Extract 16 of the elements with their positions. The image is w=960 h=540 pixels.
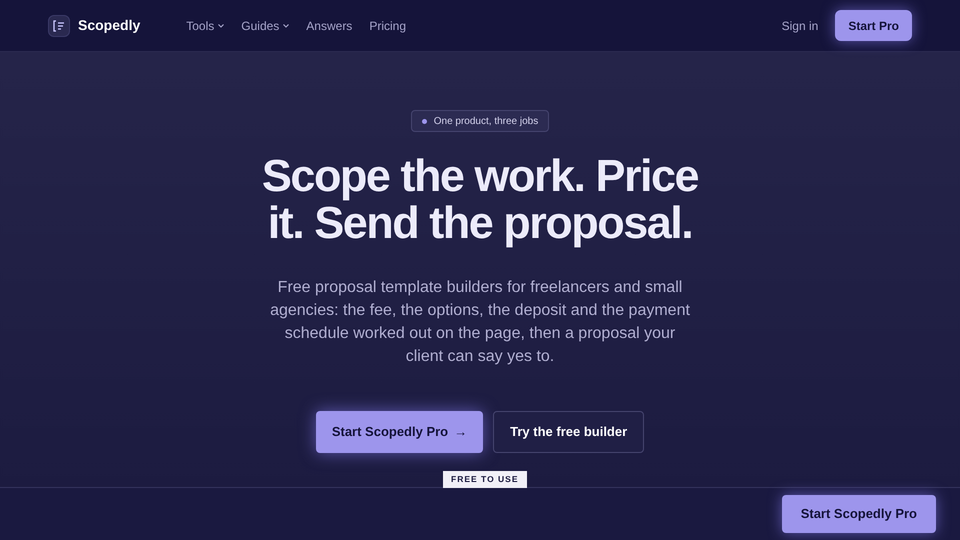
hero-description: Free proposal template builders for freelancers and small agencies: the fee, the options, the deposit and the payment schedule worked out on the page, then a proposal your client can say yes to. — [270, 278, 690, 367]
arrow-icon: → — [454, 422, 468, 442]
sign-in-link[interactable]: Sign in — [782, 16, 818, 34]
badge-text: One product, three jobs — [434, 114, 538, 128]
free-builder-button[interactable]: Try the free builder — [493, 411, 644, 453]
sticky-start-pro-button[interactable]: Start Scopedly Pro — [782, 495, 936, 533]
start-scopedly-pro-button[interactable]: Start Scopedly Pro → — [316, 411, 484, 453]
nav-link[interactable]: Guides — [241, 16, 290, 34]
start-pro-button[interactable]: Start Pro — [835, 10, 912, 41]
hero-title: Scope the work. Price it. Send the proposal. — [260, 152, 700, 246]
free-tag: FREE TO USE — [443, 471, 527, 488]
nav-link[interactable]: Answers — [306, 16, 352, 34]
brand-name[interactable]: Scopedly — [78, 15, 140, 36]
logo-icon[interactable] — [48, 14, 70, 36]
nav-link[interactable]: Tools — [186, 16, 224, 34]
nav-link[interactable]: Pricing — [369, 16, 406, 34]
